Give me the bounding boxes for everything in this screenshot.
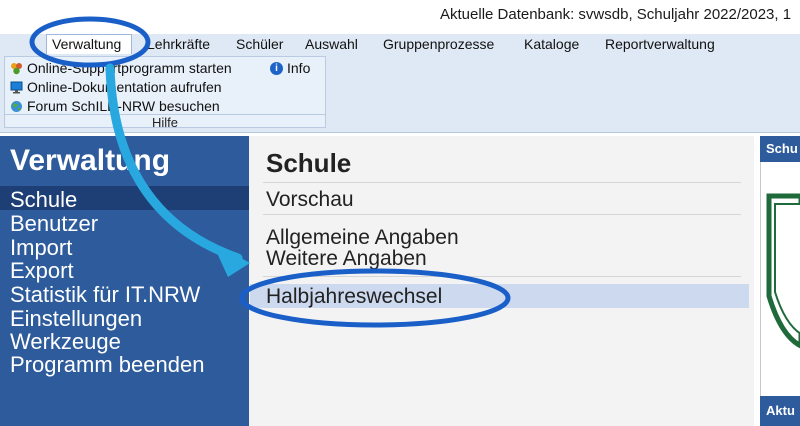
ribbon-documentation-label: Online-Dokumentation aufrufen	[27, 79, 222, 95]
ribbon-group-label: Hilfe	[4, 114, 326, 131]
menu-gruppenprozesse[interactable]: Gruppenprozesse	[383, 36, 494, 52]
nav-title: Verwaltung	[10, 144, 171, 177]
ribbon-forum-button[interactable]: Forum SchILD-NRW besuchen	[10, 98, 220, 114]
content-title: Schule	[266, 148, 352, 178]
ribbon-info-label: Info	[287, 60, 311, 76]
menu-auswahl[interactable]: Auswahl	[305, 36, 358, 52]
ribbon-support-label: Online-Supportprogramm starten	[27, 60, 232, 76]
nav-item-einstellungen[interactable]: Einstellungen	[10, 307, 142, 330]
right-panel-footer: Aktu	[760, 396, 800, 426]
link-weitere-angaben[interactable]: Weitere Angaben	[266, 248, 427, 270]
nav-item-statistik[interactable]: Statistik für IT.NRW	[10, 283, 200, 306]
ribbon-info-button[interactable]: i Info	[270, 60, 310, 76]
support-icon	[10, 62, 23, 75]
content-panel	[249, 136, 754, 426]
menu-lehrkraefte[interactable]: Lehrkräfte	[147, 36, 210, 52]
ribbon-forum-label: Forum SchILD-NRW besuchen	[27, 98, 220, 114]
menu-verwaltung[interactable]: Verwaltung	[52, 36, 121, 52]
nav-item-schule[interactable]: Schule	[10, 188, 77, 211]
monitor-icon	[10, 81, 23, 94]
right-info-panel	[760, 136, 800, 426]
right-panel-header: Schu	[760, 136, 800, 162]
nav-item-programm-beenden[interactable]: Programm beenden	[10, 353, 204, 376]
divider	[263, 214, 741, 215]
ribbon-support-button[interactable]: Online-Supportprogramm starten	[10, 60, 232, 76]
menu-schueler[interactable]: Schüler	[236, 36, 283, 52]
menu-reportverwaltung[interactable]: Reportverwaltung	[605, 36, 715, 52]
coat-of-arms-icon	[766, 193, 800, 349]
nav-item-werkzeuge[interactable]: Werkzeuge	[10, 330, 121, 353]
nav-item-benutzer[interactable]: Benutzer	[10, 212, 98, 235]
link-allgemeine-angaben[interactable]: Allgemeine Angaben	[266, 227, 459, 249]
ribbon-documentation-button[interactable]: Online-Dokumentation aufrufen	[10, 79, 222, 95]
divider	[263, 182, 741, 183]
link-vorschau[interactable]: Vorschau	[266, 189, 354, 211]
globe-icon	[10, 100, 23, 113]
nav-item-import[interactable]: Import	[10, 236, 72, 259]
menu-kataloge[interactable]: Kataloge	[524, 36, 579, 52]
info-icon: i	[270, 61, 283, 75]
link-halbjahreswechsel[interactable]: Halbjahreswechsel	[266, 286, 442, 308]
database-info-title: Aktuelle Datenbank: svwsdb, Schuljahr 20…	[440, 6, 792, 23]
divider	[263, 276, 741, 277]
nav-item-export[interactable]: Export	[10, 259, 74, 282]
